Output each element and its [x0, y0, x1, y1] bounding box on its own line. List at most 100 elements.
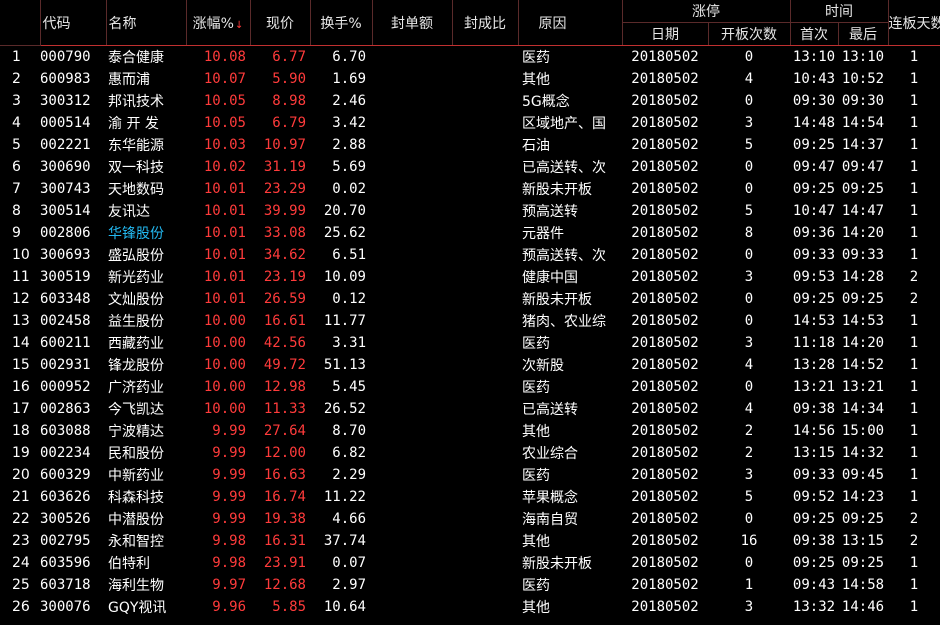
header-first[interactable]: 首次 — [790, 22, 839, 46]
table-row[interactable]: 13 002458 益生股份 10.00 16.61 11.77 猪肉、农业综 … — [0, 310, 940, 332]
first-time: 09:33 — [792, 247, 836, 263]
seal-ratio — [452, 112, 518, 134]
stock-code: 002458 — [40, 313, 91, 329]
table-row[interactable]: 21 603626 科森科技 9.99 16.74 11.22 苹果概念 201… — [0, 486, 940, 508]
stock-name[interactable]: 民和股份 — [106, 442, 186, 464]
table-row[interactable]: 12 603348 文灿股份 10.01 26.59 0.12 新股未开板 20… — [0, 288, 940, 310]
table-row[interactable]: 5 002221 东华能源 10.03 10.97 2.88 石油 201805… — [0, 134, 940, 156]
stock-name[interactable]: 西藏药业 — [106, 332, 186, 354]
current-price: 19.38 — [263, 511, 306, 527]
stock-name[interactable]: 永和智控 — [106, 530, 186, 552]
seal-amount — [372, 200, 452, 222]
stock-name[interactable]: 惠而浦 — [106, 68, 186, 90]
table-row[interactable]: 8 300514 友讯达 10.01 39.99 20.70 预高送转 2018… — [0, 200, 940, 222]
open-count: 0 — [744, 247, 754, 263]
table-row[interactable]: 19 002234 民和股份 9.99 12.00 6.82 农业综合 2018… — [0, 442, 940, 464]
first-time: 09:52 — [792, 489, 836, 505]
header-streak[interactable]: 连板天数 — [888, 0, 940, 46]
stock-code: 603718 — [40, 577, 91, 593]
open-count: 3 — [744, 335, 754, 351]
current-price: 33.08 — [263, 225, 306, 241]
stock-name[interactable]: 泰合健康 — [106, 46, 186, 69]
table-row[interactable]: 23 002795 永和智控 9.98 16.31 37.74 其他 20180… — [0, 530, 940, 552]
stock-name[interactable]: 伯特利 — [106, 552, 186, 574]
header-last[interactable]: 最后 — [838, 22, 889, 46]
table-row[interactable]: 4 000514 渝 开 发 10.05 6.79 3.42 区域地产、国 20… — [0, 112, 940, 134]
seal-ratio — [452, 288, 518, 310]
table-row[interactable]: 6 300690 双一科技 10.02 31.19 5.69 已高送转、次 20… — [0, 156, 940, 178]
stock-name[interactable]: 渝 开 发 — [106, 112, 186, 134]
limit-up-reason: 医药 — [522, 50, 550, 66]
first-time: 09:30 — [792, 93, 836, 109]
limit-up-reason: 农业综合 — [522, 446, 578, 462]
header-date[interactable]: 日期 — [622, 22, 709, 46]
table-row[interactable]: 18 603088 宁波精达 9.99 27.64 8.70 其他 201805… — [0, 420, 940, 442]
stock-name[interactable]: 科森科技 — [106, 486, 186, 508]
row-index: 19 — [12, 445, 30, 461]
stock-name[interactable]: 锋龙股份 — [106, 354, 186, 376]
header-index[interactable] — [0, 0, 41, 46]
limit-up-board: 代码 名称 涨幅%↓ 现价 换手% 封单额 封成比 原因 涨停 时间 连板天数 … — [0, 0, 940, 625]
table-row[interactable]: 20 600329 中新药业 9.99 16.63 2.29 医药 201805… — [0, 464, 940, 486]
limit-up-date: 20180502 — [631, 423, 699, 439]
stock-name[interactable]: 东华能源 — [106, 134, 186, 156]
header-change[interactable]: 涨幅%↓ — [186, 0, 251, 46]
stock-name[interactable]: 文灿股份 — [106, 288, 186, 310]
stock-name[interactable]: 中新药业 — [106, 464, 186, 486]
stock-name[interactable]: 友讯达 — [106, 200, 186, 222]
current-price: 16.61 — [263, 313, 306, 329]
stock-name[interactable]: 海利生物 — [106, 574, 186, 596]
streak-days: 1 — [909, 357, 919, 373]
open-count: 8 — [744, 225, 754, 241]
stock-name[interactable]: 邦讯技术 — [106, 90, 186, 112]
stock-name[interactable]: 广济药业 — [106, 376, 186, 398]
stock-name[interactable]: GQY视讯 — [106, 596, 186, 618]
stock-code: 600983 — [40, 71, 91, 87]
header-code[interactable]: 代码 — [40, 0, 107, 46]
stock-name[interactable]: 中潜股份 — [106, 508, 186, 530]
table-row[interactable]: 14 600211 西藏药业 10.00 42.56 3.31 医药 20180… — [0, 332, 940, 354]
row-index: 3 — [12, 93, 21, 109]
table-row[interactable]: 15 002931 锋龙股份 10.00 49.72 51.13 次新股 201… — [0, 354, 940, 376]
table-row[interactable]: 26 300076 GQY视讯 9.96 5.85 10.64 其他 20180… — [0, 596, 940, 618]
stock-name[interactable]: 益生股份 — [106, 310, 186, 332]
stock-name[interactable]: 华锋股份 — [106, 222, 186, 244]
table-row[interactable]: 16 000952 广济药业 10.00 12.98 5.45 医药 20180… — [0, 376, 940, 398]
seal-amount — [372, 134, 452, 156]
table-row[interactable]: 11 300519 新光药业 10.01 23.19 10.09 健康中国 20… — [0, 266, 940, 288]
table-row[interactable]: 9 002806 华锋股份 10.01 33.08 25.62 元器件 2018… — [0, 222, 940, 244]
seal-amount — [372, 464, 452, 486]
stock-table: 代码 名称 涨幅%↓ 现价 换手% 封单额 封成比 原因 涨停 时间 连板天数 … — [0, 0, 940, 618]
header-name[interactable]: 名称 — [106, 0, 187, 46]
table-row[interactable]: 1 000790 泰合健康 10.08 6.77 6.70 医药 2018050… — [0, 46, 940, 69]
limit-up-date: 20180502 — [631, 379, 699, 395]
table-row[interactable]: 2 600983 惠而浦 10.07 5.90 1.69 其他 20180502… — [0, 68, 940, 90]
table-row[interactable]: 7 300743 天地数码 10.01 23.29 0.02 新股未开板 201… — [0, 178, 940, 200]
seal-ratio — [452, 552, 518, 574]
turnover-rate: 6.82 — [332, 445, 366, 461]
streak-days: 1 — [909, 379, 919, 395]
limit-up-date: 20180502 — [631, 357, 699, 373]
header-turnover[interactable]: 换手% — [310, 0, 373, 46]
header-seal-amount[interactable]: 封单额 — [372, 0, 453, 46]
stock-name[interactable]: 天地数码 — [106, 178, 186, 200]
table-row[interactable]: 25 603718 海利生物 9.97 12.68 2.97 医药 201805… — [0, 574, 940, 596]
table-row[interactable]: 17 002863 今飞凯达 10.00 11.33 26.52 已高送转 20… — [0, 398, 940, 420]
stock-name[interactable]: 盛弘股份 — [106, 244, 186, 266]
table-row[interactable]: 3 300312 邦讯技术 10.05 8.98 2.46 5G概念 20180… — [0, 90, 940, 112]
table-row[interactable]: 22 300526 中潜股份 9.99 19.38 4.66 海南自贸 2018… — [0, 508, 940, 530]
header-reason[interactable]: 原因 — [518, 0, 623, 46]
stock-name[interactable]: 宁波精达 — [106, 420, 186, 442]
stock-name[interactable]: 双一科技 — [106, 156, 186, 178]
stock-name[interactable]: 新光药业 — [106, 266, 186, 288]
header-price[interactable]: 现价 — [250, 0, 311, 46]
current-price: 16.74 — [263, 489, 306, 505]
open-count: 2 — [744, 445, 754, 461]
seal-amount — [372, 530, 452, 552]
header-open-count[interactable]: 开板次数 — [708, 22, 791, 46]
stock-name[interactable]: 今飞凯达 — [106, 398, 186, 420]
table-row[interactable]: 10 300693 盛弘股份 10.01 34.62 6.51 预高送转、次 2… — [0, 244, 940, 266]
seal-ratio — [452, 222, 518, 244]
table-row[interactable]: 24 603596 伯特利 9.98 23.91 0.07 新股未开板 2018… — [0, 552, 940, 574]
header-seal-ratio[interactable]: 封成比 — [452, 0, 519, 46]
